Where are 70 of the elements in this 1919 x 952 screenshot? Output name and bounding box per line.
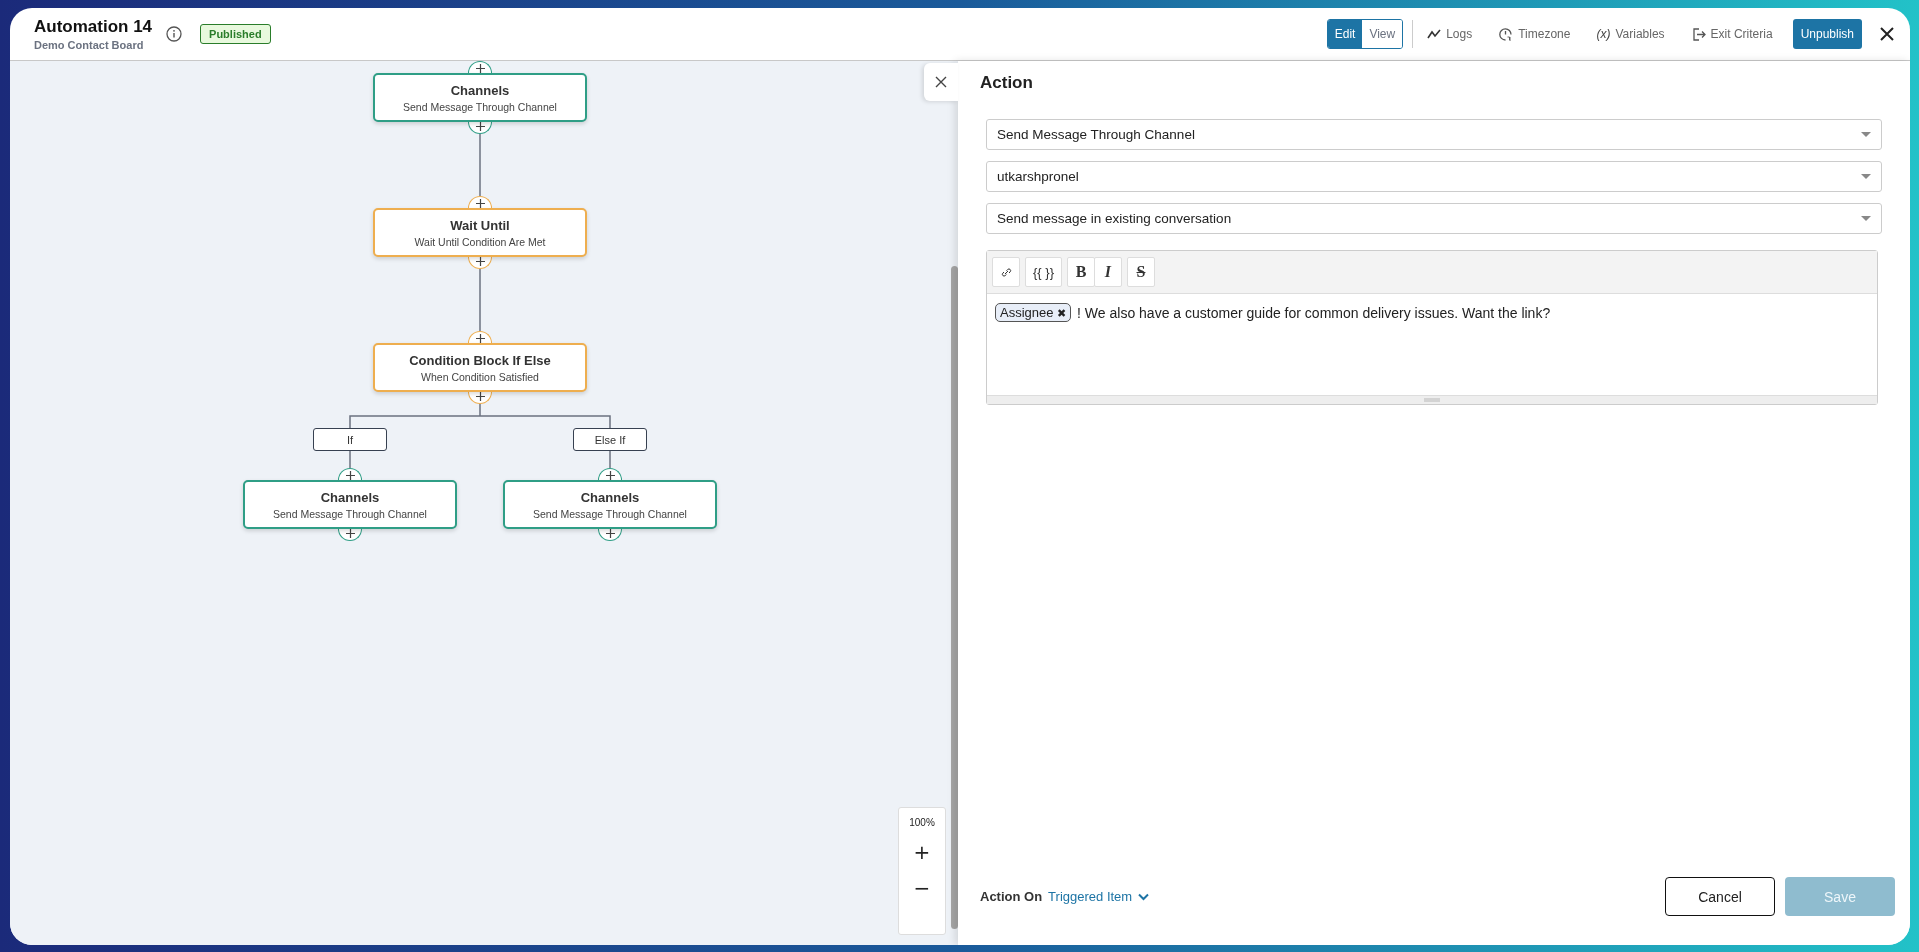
zoom-in-button[interactable]: + xyxy=(905,840,939,864)
zoom-out-button[interactable]: − xyxy=(905,876,939,900)
caret-icon xyxy=(1861,174,1871,179)
target-dropdown[interactable]: Triggered Item xyxy=(1048,889,1150,904)
dropdown-field[interactable]: Send message in existing conversation xyxy=(986,203,1882,234)
exit-icon xyxy=(1690,26,1706,42)
flow-node[interactable]: Condition Block If Else When Condition Satisfied xyxy=(373,343,587,392)
toolbar-link[interactable]: Logs xyxy=(1427,23,1473,45)
branch-label[interactable]: If xyxy=(313,428,387,451)
toolbar-link[interactable]: Exit Criteria xyxy=(1690,22,1773,46)
connector-line xyxy=(609,450,611,469)
toolbar-link[interactable]: (x) Variables xyxy=(1596,23,1665,45)
plus-icon xyxy=(345,471,355,480)
add-step-button[interactable] xyxy=(468,122,492,134)
branch-label[interactable]: Else If xyxy=(573,428,647,451)
add-step-button[interactable] xyxy=(598,468,622,480)
caret-icon xyxy=(1861,216,1871,221)
info-icon[interactable] xyxy=(166,26,183,42)
plus-icon xyxy=(475,199,485,208)
cancel-button[interactable]: Cancel xyxy=(1665,877,1775,916)
flow-node[interactable]: Wait Until Wait Until Condition Are Met xyxy=(373,208,587,257)
add-step-button[interactable] xyxy=(468,196,492,208)
unpublish-button[interactable]: Unpublish xyxy=(1792,19,1862,49)
format-button[interactable]: I xyxy=(1094,257,1122,287)
add-step-button[interactable] xyxy=(468,392,492,404)
automation-title: Automation 14 xyxy=(34,17,153,37)
variable-icon: (x) xyxy=(1596,27,1611,41)
add-step-button[interactable] xyxy=(338,468,362,480)
format-button[interactable]: B xyxy=(1067,257,1095,287)
connector-line xyxy=(479,133,481,197)
assignee-tag[interactable]: Assignee ✖ xyxy=(995,303,1072,322)
format-button[interactable]: {{ }} xyxy=(1025,257,1062,287)
close-icon xyxy=(935,76,947,88)
plus-icon xyxy=(475,122,485,131)
plus-icon xyxy=(475,392,485,401)
action-on-label: Action On xyxy=(980,889,1043,904)
add-step-button[interactable] xyxy=(468,331,492,343)
plus-icon xyxy=(475,334,485,343)
plus-icon xyxy=(605,529,615,538)
dropdown-field[interactable]: Send Message Through Channel xyxy=(986,119,1882,150)
message-text: ! We also have a customer guide for common delivery issues. Want the link? xyxy=(1077,304,1551,321)
link-icon xyxy=(1000,266,1012,278)
add-step-button[interactable] xyxy=(338,529,362,541)
mode-tab[interactable]: Edit xyxy=(1327,20,1363,48)
chart-line-icon xyxy=(1427,29,1442,39)
close-icon[interactable] xyxy=(1880,27,1894,41)
plus-icon xyxy=(605,471,615,480)
plus-icon xyxy=(475,257,485,266)
add-step-button[interactable] xyxy=(468,257,492,269)
add-step-button[interactable] xyxy=(598,529,622,541)
caret-icon xyxy=(1861,132,1871,137)
flow-node[interactable]: Channels Send Message Through Channel xyxy=(373,73,587,122)
connector-line xyxy=(349,450,351,469)
dropdown-field[interactable]: utkarshpronel xyxy=(986,161,1882,192)
board-name: Demo Contact Board xyxy=(34,39,145,51)
plus-icon xyxy=(475,64,485,73)
toolbar-link[interactable]: Timezone xyxy=(1498,22,1571,46)
message-editor[interactable]: {{ }} B I S Assignee ✖ ! We also have a customer guide for common delivery issues. Want the link? xyxy=(986,250,1878,405)
panel-title: Action xyxy=(980,73,1034,93)
clock-icon xyxy=(1498,26,1514,42)
plus-icon xyxy=(345,529,355,538)
status-badge: Published xyxy=(200,24,271,44)
flow-node[interactable]: Channels Send Message Through Channel xyxy=(243,480,457,529)
scrollbar[interactable] xyxy=(951,266,958,929)
connector-line xyxy=(479,268,481,332)
zoom-level: 100% xyxy=(909,817,935,828)
format-button[interactable]: S xyxy=(1127,257,1155,287)
add-step-button[interactable] xyxy=(468,61,492,73)
chevron-icon xyxy=(1138,892,1150,901)
flow-node[interactable]: Channels Send Message Through Channel xyxy=(503,480,717,529)
